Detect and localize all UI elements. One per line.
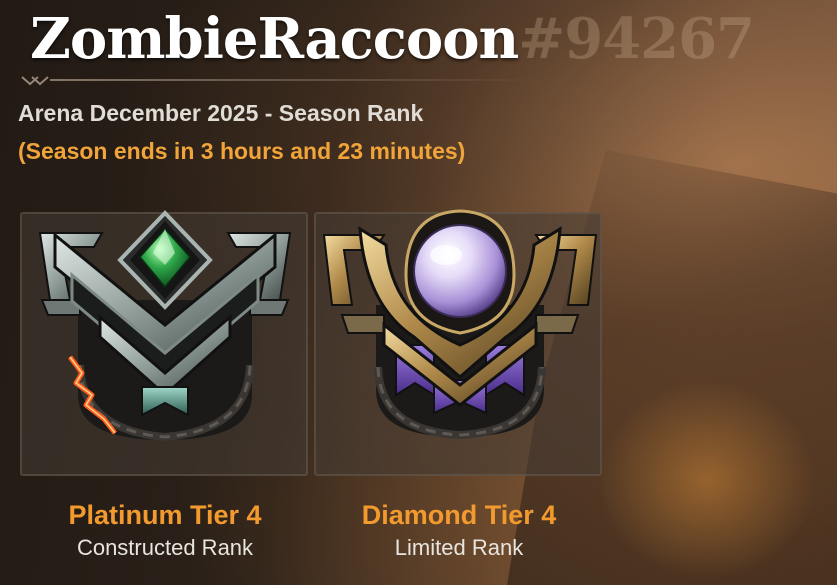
- limited-rank-label: Limited Rank: [394, 535, 524, 560]
- diamond-rank-emblem-icon: [322, 209, 598, 440]
- divider-chevron-icon: [21, 76, 49, 86]
- limited-rank-tier: Diamond Tier 4: [361, 500, 557, 530]
- background-glow: [597, 380, 817, 580]
- constructed-rank-label: Constructed Rank: [76, 535, 254, 560]
- player-tag: #94267: [518, 6, 755, 72]
- season-title: Arena December 2025 - Season Rank: [18, 100, 424, 126]
- player-name: ZombieRaccoon: [30, 6, 519, 72]
- player-name-header: ZombieRaccoon#94267: [30, 2, 755, 76]
- platinum-rank-emblem-icon: [38, 210, 292, 442]
- header-divider: [20, 74, 540, 86]
- constructed-rank-tier: Platinum Tier 4: [68, 500, 262, 530]
- season-countdown: (Season ends in 3 hours and 23 minutes): [18, 138, 466, 164]
